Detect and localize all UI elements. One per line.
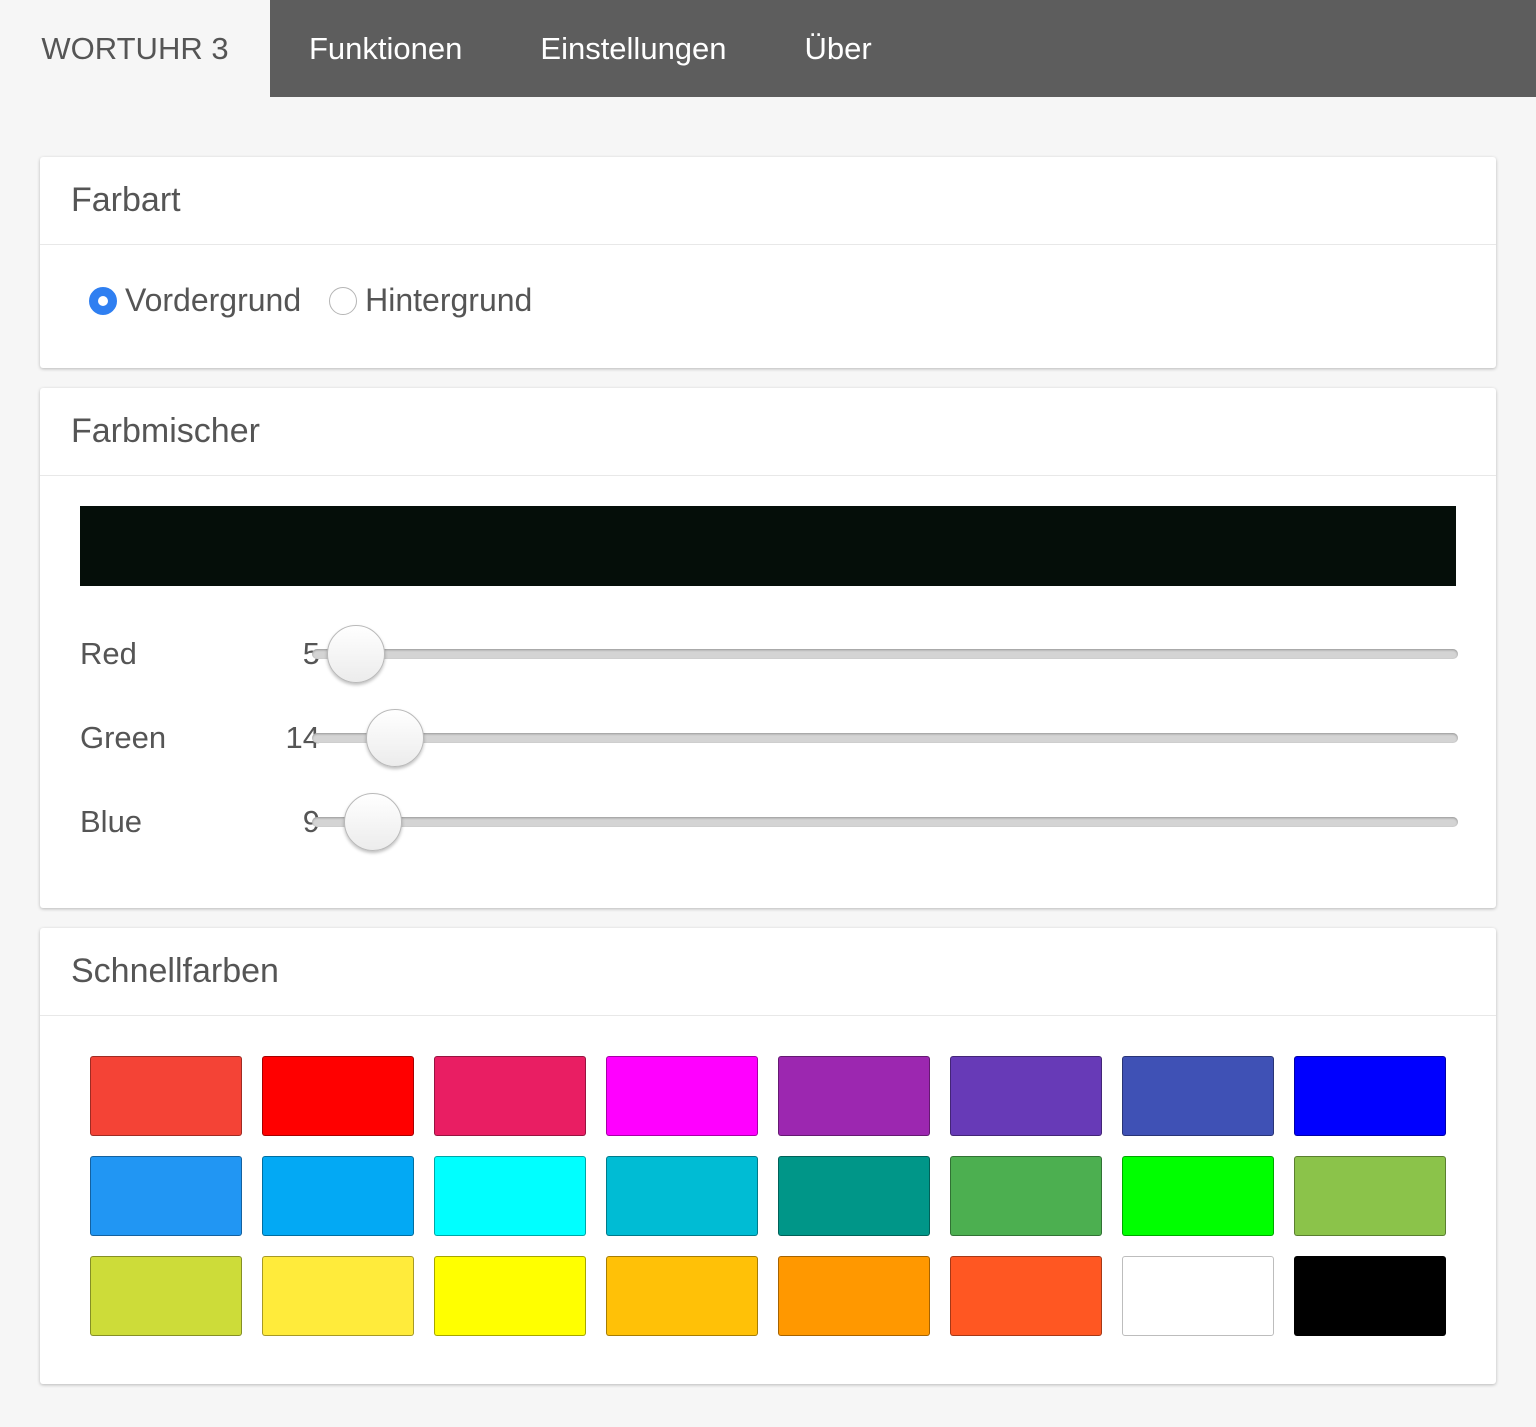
color-swatch[interactable] bbox=[262, 1256, 414, 1336]
slider-track-blue[interactable] bbox=[312, 793, 1458, 851]
color-swatch[interactable] bbox=[1122, 1256, 1274, 1336]
navbar: WORTUHR 3 Funktionen Einstellungen Über bbox=[0, 0, 1536, 97]
schnellfarben-title: Schnellfarben bbox=[40, 928, 1496, 1016]
brand-tab[interactable]: WORTUHR 3 bbox=[0, 0, 270, 97]
color-swatch[interactable] bbox=[950, 1156, 1102, 1236]
color-swatch[interactable] bbox=[778, 1056, 930, 1136]
radio-vordergrund-label[interactable]: Vordergrund bbox=[125, 282, 301, 319]
color-swatch[interactable] bbox=[434, 1256, 586, 1336]
color-swatch[interactable] bbox=[606, 1256, 758, 1336]
slider-thumb-blue[interactable] bbox=[343, 793, 402, 851]
slider-label-green: Green bbox=[80, 720, 167, 755]
farbart-title: Farbart bbox=[40, 157, 1496, 245]
color-swatch[interactable] bbox=[1122, 1156, 1274, 1236]
color-swatch[interactable] bbox=[778, 1256, 930, 1336]
radio-hintergrund-label[interactable]: Hintergrund bbox=[365, 282, 532, 319]
slider-label-red: Red bbox=[80, 636, 137, 671]
color-swatch[interactable] bbox=[262, 1056, 414, 1136]
schnellfarben-card: Schnellfarben bbox=[40, 928, 1496, 1384]
color-swatch[interactable] bbox=[950, 1056, 1102, 1136]
color-swatch[interactable] bbox=[90, 1156, 242, 1236]
slider-row-green: Green 14 bbox=[80, 708, 1458, 768]
color-swatch[interactable] bbox=[1294, 1256, 1446, 1336]
slider-row-blue: Blue 9 bbox=[80, 792, 1458, 852]
color-swatch[interactable] bbox=[778, 1156, 930, 1236]
color-swatch[interactable] bbox=[1122, 1056, 1274, 1136]
farbmischer-title: Farbmischer bbox=[40, 388, 1496, 476]
slider-thumb-red[interactable] bbox=[326, 625, 385, 683]
nav-item-ueber[interactable]: Über bbox=[805, 31, 872, 67]
color-swatch[interactable] bbox=[1294, 1056, 1446, 1136]
color-swatch[interactable] bbox=[262, 1156, 414, 1236]
slider-label-blue: Blue bbox=[80, 804, 143, 839]
color-swatch[interactable] bbox=[90, 1056, 242, 1136]
color-swatch[interactable] bbox=[1294, 1156, 1446, 1236]
farbart-radio-group: Vordergrund Hintergrund bbox=[89, 282, 560, 319]
nav-menu: Funktionen Einstellungen Über bbox=[270, 0, 1536, 97]
color-preview bbox=[80, 506, 1456, 586]
radio-hintergrund[interactable] bbox=[329, 286, 358, 315]
color-swatch-grid bbox=[90, 1056, 1446, 1336]
color-swatch[interactable] bbox=[90, 1256, 242, 1336]
color-swatch[interactable] bbox=[434, 1156, 586, 1236]
radio-vordergrund[interactable] bbox=[89, 286, 117, 315]
color-swatch[interactable] bbox=[434, 1056, 586, 1136]
color-swatch[interactable] bbox=[606, 1056, 758, 1136]
nav-item-einstellungen[interactable]: Einstellungen bbox=[540, 31, 726, 67]
slider-row-red: Red 5 bbox=[80, 624, 1458, 684]
color-swatch[interactable] bbox=[606, 1156, 758, 1236]
slider-thumb-green[interactable] bbox=[365, 709, 424, 767]
farbart-card: Farbart Vordergrund Hintergrund bbox=[40, 157, 1496, 368]
slider-track-red[interactable] bbox=[312, 625, 1458, 683]
slider-track-green[interactable] bbox=[312, 709, 1458, 767]
nav-item-funktionen[interactable]: Funktionen bbox=[309, 31, 462, 67]
color-swatch[interactable] bbox=[950, 1256, 1102, 1336]
farbmischer-card: Farbmischer Red 5 Green 14 Blue 9 bbox=[40, 388, 1496, 908]
